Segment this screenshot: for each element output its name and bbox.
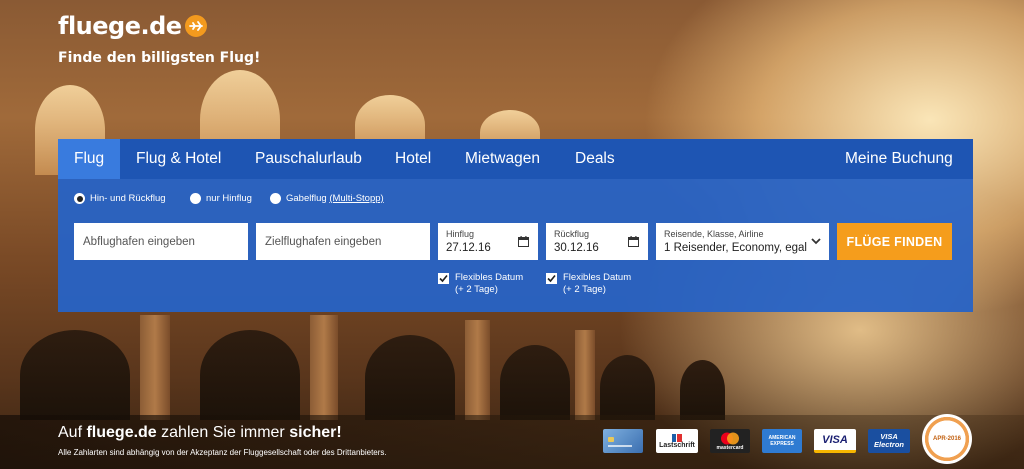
- headline-prefix: Auf: [58, 424, 83, 441]
- radio-label: Gabelflug: [286, 193, 327, 204]
- tagline: Finde den billigsten Flug!: [58, 50, 261, 66]
- tab-deals[interactable]: Deals: [559, 139, 631, 179]
- dark-arch: [500, 345, 570, 420]
- search-panel: Flug Flug & Hotel Pauschalurlaub Hotel M…: [58, 139, 973, 312]
- flex-date-return[interactable]: Flexibles Datum (+ 2 Tage): [546, 272, 631, 296]
- calendar-icon[interactable]: [628, 236, 639, 247]
- pillar: [575, 330, 595, 420]
- origin-input[interactable]: [74, 223, 248, 260]
- visa-label: VISA: [822, 433, 848, 446]
- radio-one-way[interactable]: nur Hinflug: [190, 193, 252, 204]
- headline-brand: fluege.de: [86, 424, 157, 441]
- origin-field[interactable]: [74, 223, 248, 260]
- visa-electron-label: VISA Electron: [873, 432, 904, 449]
- return-label: Rückflug: [554, 229, 590, 239]
- flex-date-label: Flexibles Datum: [455, 272, 524, 283]
- flex-date-range: (+ 2 Tage): [563, 284, 606, 295]
- dark-arch: [20, 330, 130, 420]
- outbound-value: 27.12.16: [446, 242, 491, 254]
- logo[interactable]: fluege.de: [58, 12, 207, 40]
- flex-date-range: (+ 2 Tage): [455, 284, 498, 295]
- card-icon: [603, 429, 643, 453]
- multi-stop-link[interactable]: (Multi-Stopp): [329, 193, 383, 204]
- dark-arch: [365, 335, 455, 420]
- calendar-icon[interactable]: [518, 236, 529, 247]
- search-flights-button[interactable]: FLÜGE FINDEN: [837, 223, 952, 260]
- logo-text: fluege.de: [58, 12, 182, 40]
- destination-field[interactable]: [256, 223, 430, 260]
- chevron-down-icon: [811, 238, 821, 245]
- return-value: 30.12.16: [554, 242, 599, 254]
- return-date-field[interactable]: Rückflug 30.12.16: [546, 223, 648, 260]
- travelers-select[interactable]: Reisende, Klasse, Airline 1 Reisender, E…: [656, 223, 829, 260]
- payment-note: Alle Zahlarten sind abhängig von der Akz…: [58, 448, 387, 457]
- amex-icon: AMERICAN EXPRESS: [762, 429, 802, 453]
- visa-icon: VISA: [814, 429, 856, 453]
- checkbox-checked-icon[interactable]: [438, 273, 449, 284]
- plane-icon: [184, 15, 207, 37]
- travelers-value: 1 Reisender, Economy, egal: [664, 242, 807, 254]
- visa-electron-icon: VISA Electron: [868, 429, 910, 453]
- security-seal: APR-2016: [922, 414, 972, 464]
- pillar: [310, 315, 338, 420]
- radio-label: Hin- und Rückflug: [90, 193, 166, 204]
- my-booking-link[interactable]: Meine Buchung: [829, 139, 969, 179]
- radio-multi-stop[interactable]: Gabelflug (Multi-Stopp): [270, 193, 384, 204]
- tab-pauschalurlaub[interactable]: Pauschalurlaub: [239, 139, 378, 179]
- tab-hotel[interactable]: Hotel: [379, 139, 447, 179]
- radio-label: nur Hinflug: [206, 193, 252, 204]
- tab-flug[interactable]: Flug: [58, 139, 121, 179]
- lastschrift-icon: Lastschrift: [656, 429, 698, 453]
- radio-checked-icon: [74, 193, 85, 204]
- tab-flug-hotel[interactable]: Flug & Hotel: [120, 139, 237, 179]
- radio-unchecked-icon: [270, 193, 281, 204]
- headline-emphasis: sicher!: [289, 424, 342, 441]
- outbound-date-field[interactable]: Hinflug 27.12.16: [438, 223, 538, 260]
- mastercard-icon: mastercard: [710, 429, 750, 453]
- destination-input[interactable]: [256, 223, 430, 260]
- seal-text: APR-2016: [932, 435, 961, 442]
- flex-date-label: Flexibles Datum: [563, 272, 632, 283]
- travelers-label: Reisende, Klasse, Airline: [664, 229, 764, 239]
- radio-round-trip[interactable]: Hin- und Rückflug: [74, 193, 166, 204]
- headline-middle: zahlen Sie immer: [161, 424, 285, 441]
- outbound-label: Hinflug: [446, 229, 475, 239]
- checkbox-checked-icon[interactable]: [546, 273, 557, 284]
- dark-arch: [680, 360, 725, 420]
- mastercard-label: mastercard: [716, 444, 744, 451]
- tab-mietwagen[interactable]: Mietwagen: [449, 139, 556, 179]
- pillar: [465, 320, 490, 420]
- radio-unchecked-icon: [190, 193, 201, 204]
- dark-arch: [600, 355, 655, 420]
- flex-date-outbound[interactable]: Flexibles Datum (+ 2 Tage): [438, 272, 523, 296]
- amex-label: AMERICAN EXPRESS: [768, 435, 796, 447]
- payment-headline: Auf fluege.de zahlen Sie immer sicher!: [58, 424, 342, 442]
- pillar: [140, 315, 170, 420]
- lastschrift-label: Lastschrift: [659, 441, 695, 449]
- dark-arch: [200, 330, 300, 420]
